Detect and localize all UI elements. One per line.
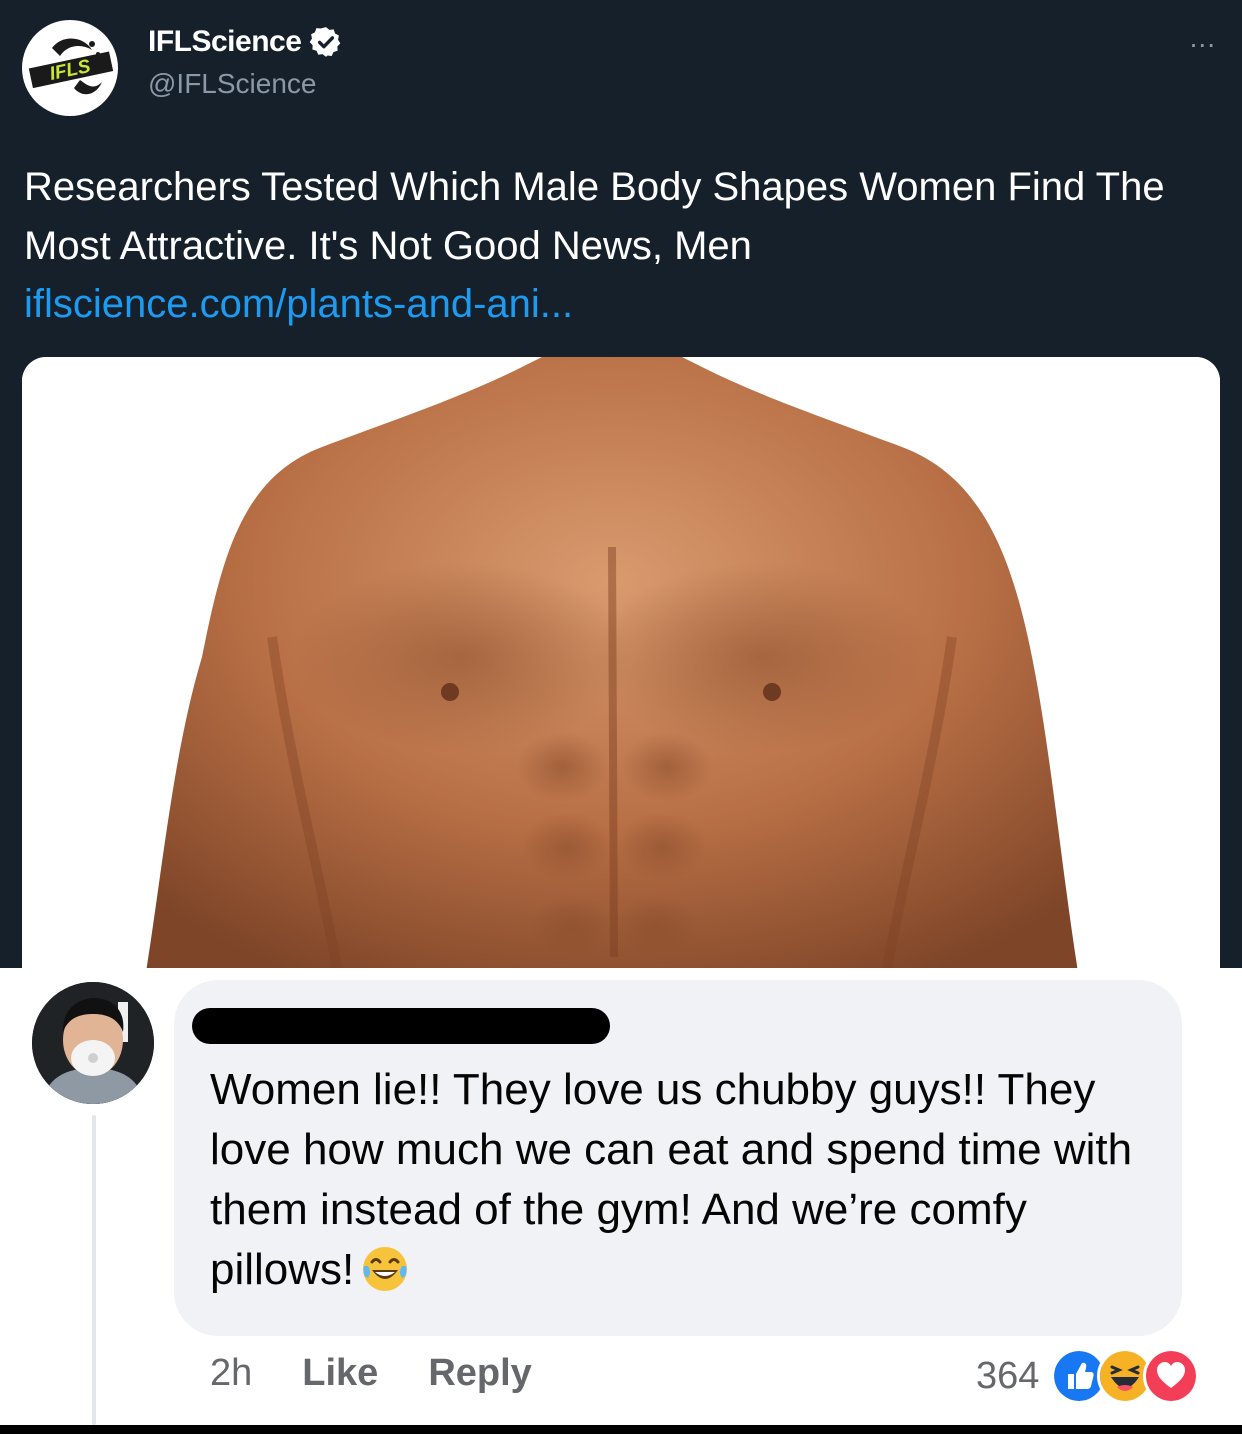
comment-bubble: Women lie!! They love us chubby guys!! T…: [174, 980, 1182, 1336]
comment-timestamp[interactable]: 2h: [210, 1352, 252, 1395]
laughing-tears-emoji-icon: [363, 1247, 408, 1291]
tweet-card: IFLS IFLScience @IFLScience ... Research…: [0, 0, 1242, 968]
tweet-text: Researchers Tested Which Male Body Shape…: [24, 165, 1165, 268]
thread-line: [92, 1115, 96, 1425]
comment-actions: 2h Like Reply: [210, 1352, 532, 1395]
love-reaction-icon: [1143, 1348, 1200, 1404]
commenter-avatar[interactable]: [32, 982, 154, 1104]
like-button[interactable]: Like: [302, 1352, 378, 1395]
reply-button[interactable]: Reply: [428, 1352, 531, 1395]
tweet-media-image[interactable]: [22, 357, 1220, 968]
bottom-border: [0, 1425, 1242, 1434]
comment-body: Women lie!! They love us chubby guys!! T…: [210, 1065, 1133, 1294]
handle[interactable]: @IFLScience: [148, 68, 317, 100]
redacted-commenter-name: [192, 1008, 610, 1044]
tweet-author[interactable]: IFLScience: [148, 25, 343, 59]
display-name[interactable]: IFLScience: [148, 25, 302, 59]
more-options-icon[interactable]: ...: [1190, 22, 1216, 54]
comment-text: Women lie!! They love us chubby guys!! T…: [210, 1060, 1170, 1300]
verified-badge-icon: [310, 27, 341, 57]
ifls-logo-icon: IFLS: [23, 21, 117, 115]
ifls-avatar[interactable]: IFLS: [22, 20, 118, 116]
commenter-photo: [32, 982, 154, 1104]
reaction-summary[interactable]: 364: [976, 1348, 1200, 1404]
reaction-count: 364: [976, 1354, 1040, 1397]
tweet-link[interactable]: iflscience.com/plants-and-ani...: [24, 279, 573, 329]
